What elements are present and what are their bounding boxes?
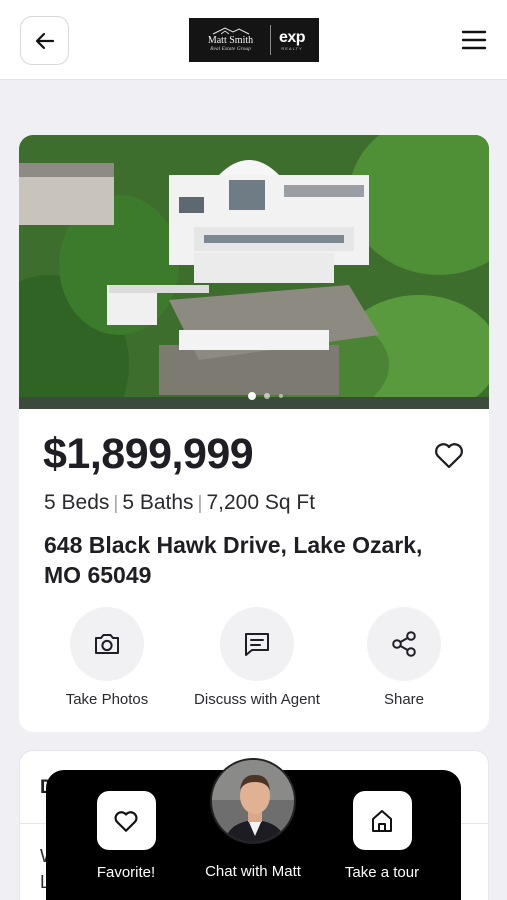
take-photos-button[interactable]: [70, 607, 144, 681]
logo-brand: exp: [278, 28, 306, 46]
carousel-dot[interactable]: [264, 393, 270, 399]
listing-specs: 5 Beds | 5 Baths | 7,200 Sq Ft: [44, 491, 315, 515]
menu-button[interactable]: [458, 26, 490, 54]
share-action[interactable]: Share: [329, 607, 479, 708]
take-photos-action[interactable]: Take Photos: [32, 607, 182, 708]
favorite-button[interactable]: [96, 791, 156, 850]
carousel-dot-active[interactable]: [248, 392, 256, 400]
favorite-heart-button[interactable]: [431, 437, 467, 473]
listing-price: $1,899,999: [43, 430, 254, 478]
chat-bubble-icon: [245, 633, 269, 656]
heart-icon: [114, 810, 138, 832]
take-tour-button[interactable]: [352, 791, 412, 850]
brand-logo: Matt Smith Real Estate Group exp REALTY: [189, 18, 319, 62]
share-icon: [392, 631, 416, 657]
logo-brand-sub: REALTY: [281, 45, 303, 51]
camera-icon: [95, 634, 119, 654]
home-icon: [372, 809, 392, 832]
discuss-agent-button[interactable]: [220, 607, 294, 681]
listing-card: $1,899,999 5 Beds | 5 Baths | 7,200 Sq Ft 64…: [19, 135, 489, 732]
agent-portrait: [212, 760, 294, 842]
agent-avatar[interactable]: [210, 758, 296, 844]
listing-photo[interactable]: [19, 135, 489, 409]
listing-address: 648 Black Hawk Drive, Lake Ozark, MO 650…: [44, 532, 423, 588]
heart-icon: [435, 443, 463, 469]
take-photos-label: Take Photos: [65, 691, 149, 708]
beds-count: 5 Beds: [44, 491, 110, 514]
share-label: Share: [383, 691, 425, 708]
divider: |: [113, 493, 119, 514]
app-header: Matt Smith Real Estate Group exp REALTY: [0, 0, 507, 80]
baths-count: 5 Baths: [122, 491, 194, 514]
hamburger-menu-icon: [461, 30, 487, 50]
back-button[interactable]: [20, 16, 69, 65]
house-roof-logo: [212, 27, 249, 35]
logo-name: Matt Smith: [207, 35, 254, 46]
chat-with-agent-label[interactable]: Chat with Matt: [188, 863, 318, 880]
favorite-label: Favorite!: [96, 864, 156, 881]
logo-subtitle: Real Estate Group: [210, 46, 251, 52]
discuss-agent-action[interactable]: Discuss with Agent: [182, 607, 332, 708]
take-tour-action[interactable]: Take a tour: [317, 791, 447, 881]
divider: |: [197, 493, 203, 514]
arrow-left-icon: [35, 32, 54, 49]
take-tour-label: Take a tour: [344, 864, 420, 881]
square-footage: 7,200 Sq Ft: [206, 491, 316, 514]
discuss-agent-label: Discuss with Agent: [194, 691, 320, 708]
favorite-action[interactable]: Favorite!: [61, 791, 191, 881]
share-button[interactable]: [367, 607, 441, 681]
carousel-dot[interactable]: [279, 394, 283, 398]
